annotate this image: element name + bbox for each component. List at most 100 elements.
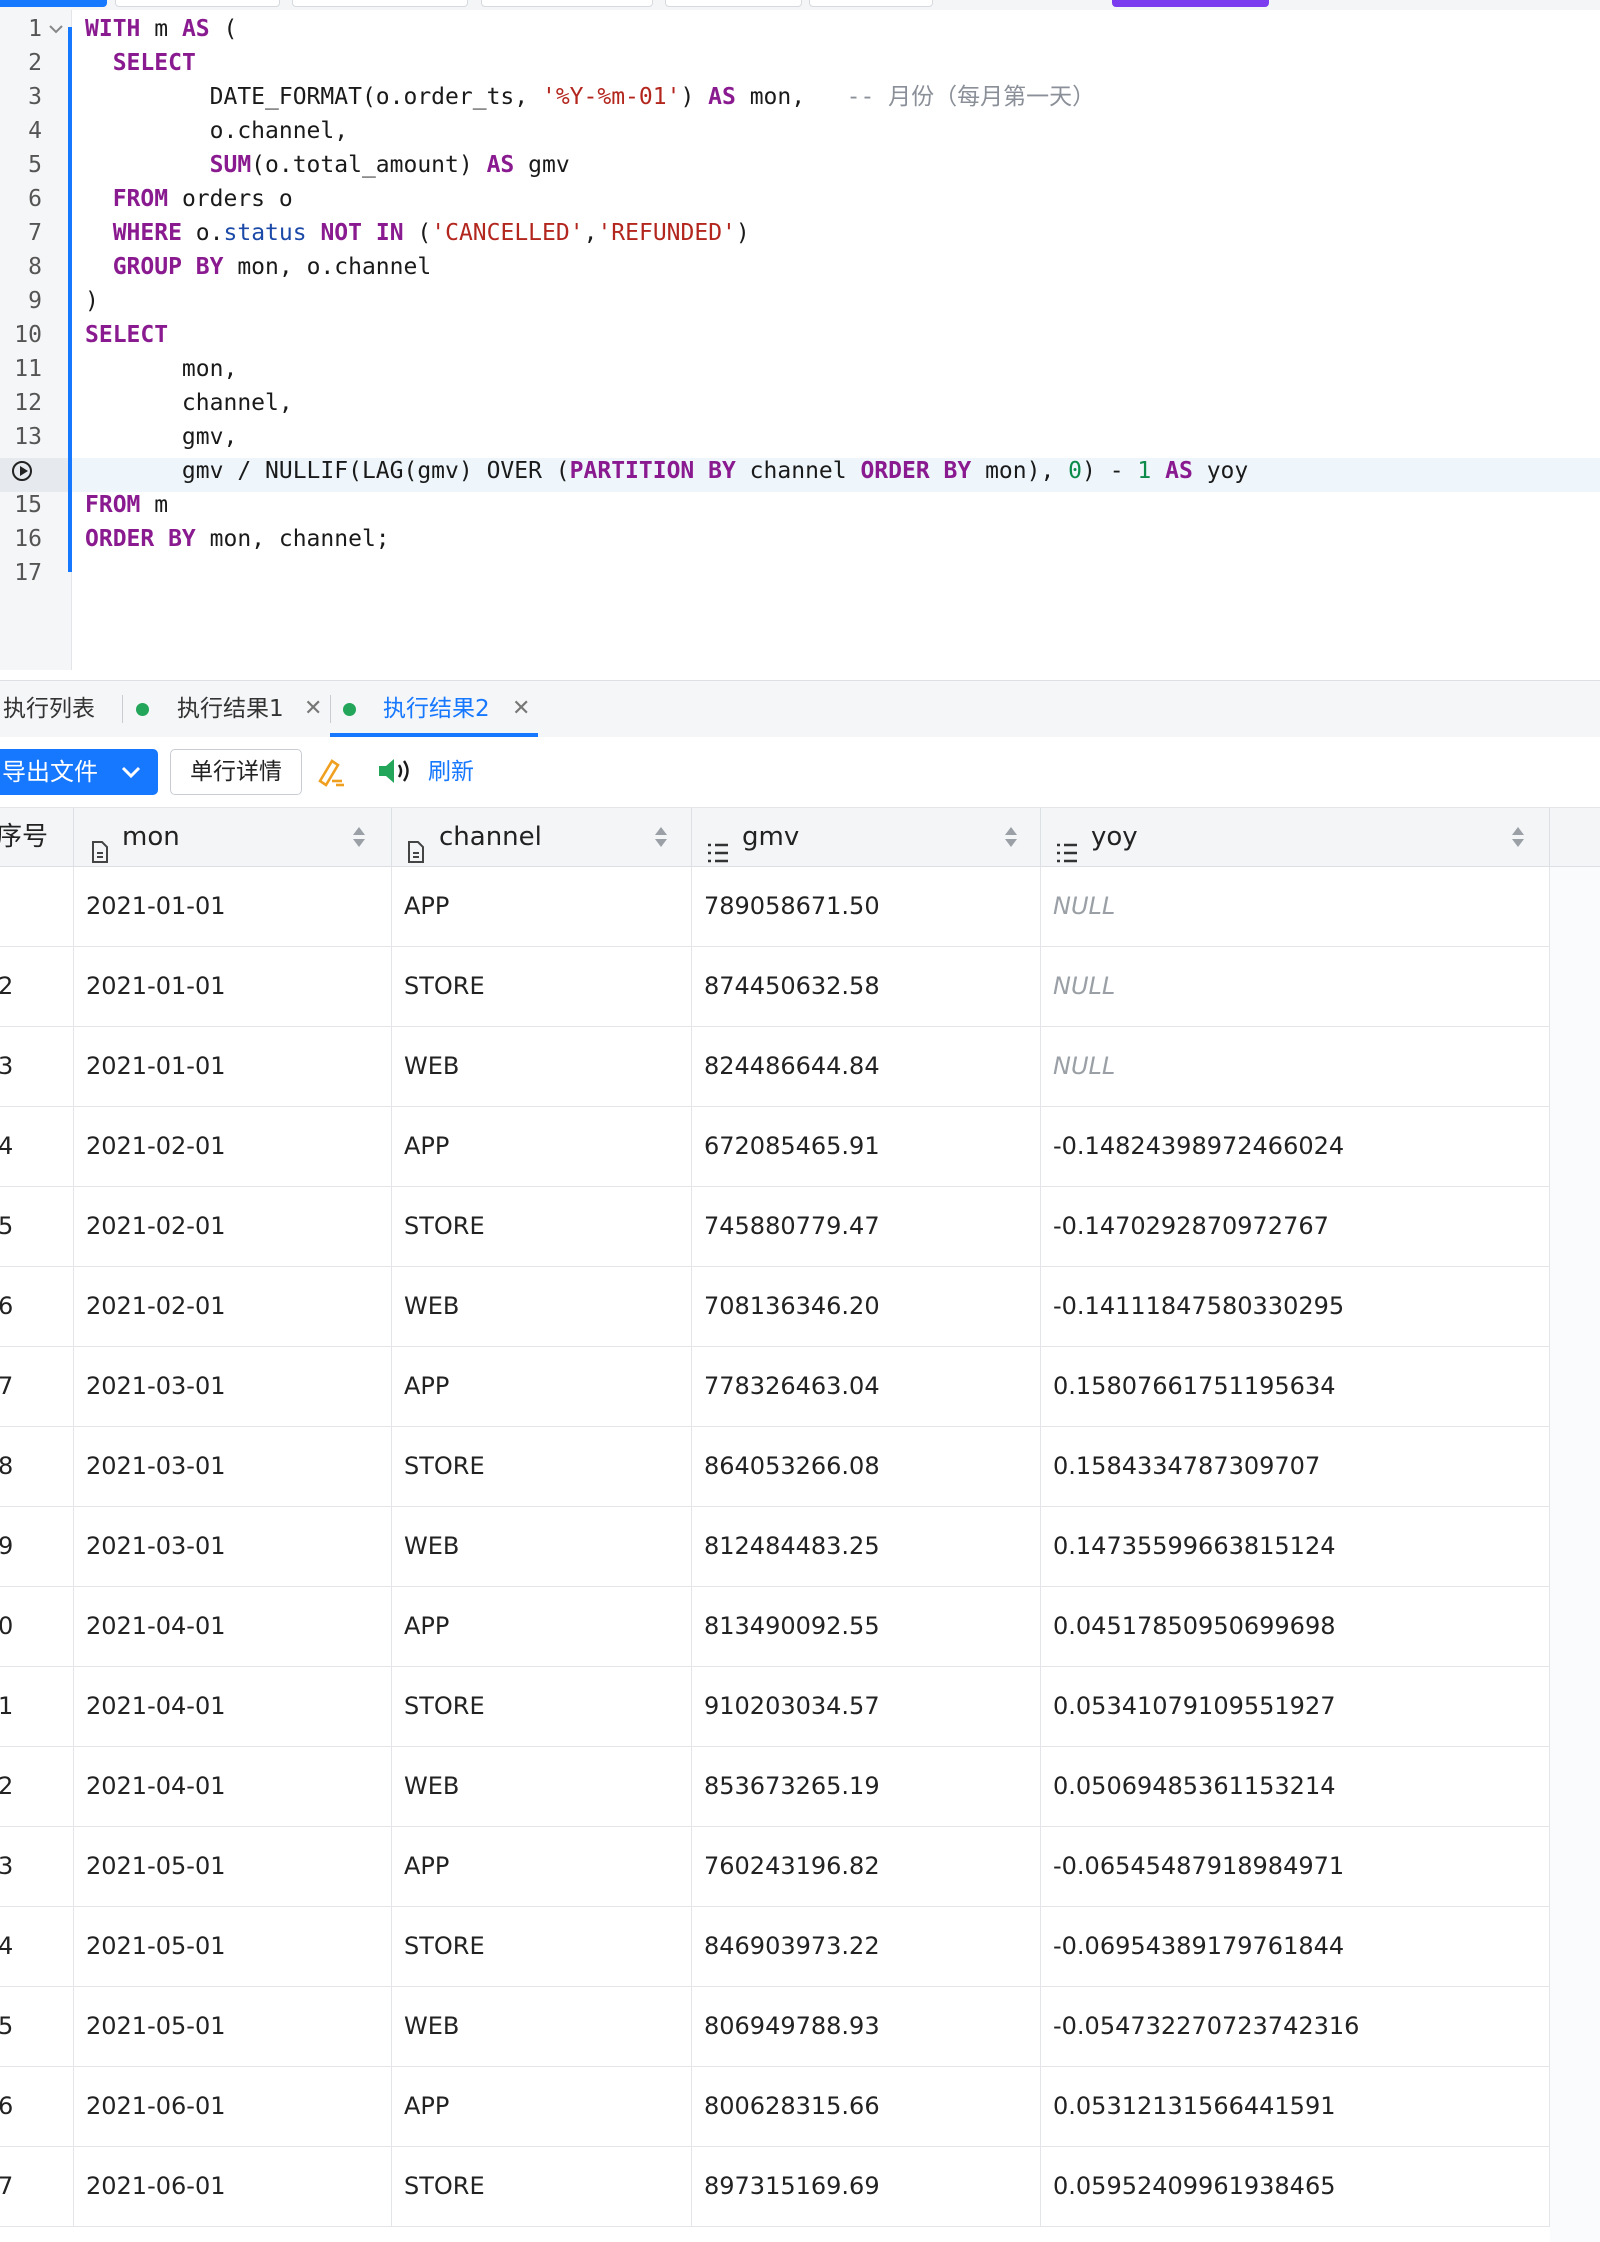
code-line[interactable]: SELECT	[85, 318, 168, 352]
cell-channel[interactable]: WEB	[392, 1507, 692, 1587]
tab-result-1[interactable]: 执行结果1	[177, 681, 284, 737]
code-line[interactable]: o.channel,	[85, 114, 349, 148]
top-tab-1[interactable]	[0, 0, 107, 7]
cell-mon[interactable]: 2021-04-01	[74, 1587, 392, 1667]
top-tab-5[interactable]	[665, 0, 802, 7]
code-line[interactable]: FROM orders o	[85, 182, 293, 216]
eraser-pencil-icon[interactable]	[316, 755, 346, 791]
cell-yoy[interactable]: -0.054732270723742316	[1041, 1987, 1550, 2067]
code-line[interactable]: SELECT	[85, 46, 196, 80]
tab-result-2[interactable]: 执行结果2	[383, 681, 490, 737]
cell-mon[interactable]: 2021-02-01	[74, 1107, 392, 1187]
sort-arrows-icon[interactable]	[654, 826, 668, 850]
cell-yoy[interactable]: 0.04517850950699698	[1041, 1587, 1550, 1667]
run-line-icon[interactable]	[12, 461, 32, 481]
cell-seq[interactable]: 6	[0, 1267, 74, 1347]
cell-yoy[interactable]: NULL	[1041, 947, 1550, 1027]
cell-mon[interactable]: 2021-02-01	[74, 1187, 392, 1267]
table-row[interactable]: 3 2021-01-01 WEB 824486644.84 NULL	[0, 1027, 1550, 1107]
cell-gmv[interactable]: 864053266.08	[692, 1427, 1041, 1507]
column-header-yoy[interactable]: yoy	[1041, 808, 1550, 868]
table-row[interactable]: 8 2021-03-01 STORE 864053266.08 0.1584334787…	[0, 1427, 1550, 1507]
cell-gmv[interactable]: 910203034.57	[692, 1667, 1041, 1747]
cell-mon[interactable]: 2021-04-01	[74, 1747, 392, 1827]
cell-channel[interactable]: STORE	[392, 1187, 692, 1267]
cell-channel[interactable]: APP	[392, 1587, 692, 1667]
cell-mon[interactable]: 2021-06-01	[74, 2147, 392, 2227]
cell-seq[interactable]: 7	[0, 2147, 74, 2227]
cell-seq[interactable]: 8	[0, 1427, 74, 1507]
cell-yoy[interactable]: 0.14735599663815124	[1041, 1507, 1550, 1587]
cell-mon[interactable]: 2021-05-01	[74, 1907, 392, 1987]
cell-mon[interactable]: 2021-03-01	[74, 1347, 392, 1427]
cell-mon[interactable]: 2021-01-01	[74, 867, 392, 947]
cell-seq[interactable]: 5	[0, 1987, 74, 2067]
code-line[interactable]: channel,	[85, 386, 293, 420]
top-tab-2[interactable]	[115, 0, 280, 7]
cell-channel[interactable]: APP	[392, 1347, 692, 1427]
cell-mon[interactable]: 2021-01-01	[74, 947, 392, 1027]
refresh-button[interactable]: 刷新	[428, 749, 474, 795]
cell-gmv[interactable]: 846903973.22	[692, 1907, 1041, 1987]
cell-gmv[interactable]: 745880779.47	[692, 1187, 1041, 1267]
cell-yoy[interactable]: 0.05069485361153214	[1041, 1747, 1550, 1827]
table-row[interactable]: 5 2021-02-01 STORE 745880779.47 -0.147029287…	[0, 1187, 1550, 1267]
column-header-gmv[interactable]: gmv	[692, 808, 1041, 868]
row-detail-button[interactable]: 单行详情	[170, 749, 302, 795]
cell-channel[interactable]: APP	[392, 1827, 692, 1907]
code-line[interactable]: WHERE o.status NOT IN ('CANCELLED','REFU…	[85, 216, 750, 250]
cell-yoy[interactable]: -0.06954389179761844	[1041, 1907, 1550, 1987]
close-icon[interactable]: ✕	[512, 681, 530, 737]
cell-mon[interactable]: 2021-02-01	[74, 1267, 392, 1347]
column-header-channel[interactable]: channel	[392, 808, 692, 868]
cell-seq[interactable]: 9	[0, 1507, 74, 1587]
cell-gmv[interactable]: 806949788.93	[692, 1987, 1041, 2067]
table-row[interactable]: 7 2021-06-01 STORE 897315169.69 0.0595240996…	[0, 2147, 1550, 2227]
cell-yoy[interactable]: 0.05341079109551927	[1041, 1667, 1550, 1747]
code-line[interactable]: SUM(o.total_amount) AS gmv	[85, 148, 570, 182]
cell-channel[interactable]: STORE	[392, 947, 692, 1027]
cell-seq[interactable]: 7	[0, 1347, 74, 1427]
cell-seq[interactable]: 5	[0, 1187, 74, 1267]
speaker-icon[interactable]	[376, 755, 412, 791]
cell-yoy[interactable]: -0.06545487918984971	[1041, 1827, 1550, 1907]
table-row[interactable]: 9 2021-03-01 WEB 812484483.25 0.147355996638…	[0, 1507, 1550, 1587]
code-line[interactable]: mon,	[85, 352, 237, 386]
table-row[interactable]: 0 2021-04-01 APP 813490092.55 0.045178509506…	[0, 1587, 1550, 1667]
code-line[interactable]: WITH m AS (	[85, 12, 237, 46]
table-row[interactable]: 4 2021-05-01 STORE 846903973.22 -0.069543891…	[0, 1907, 1550, 1987]
cell-yoy[interactable]: -0.14824398972466024	[1041, 1107, 1550, 1187]
cell-gmv[interactable]: 672085465.91	[692, 1107, 1041, 1187]
cell-gmv[interactable]: 760243196.82	[692, 1827, 1041, 1907]
cell-gmv[interactable]: 874450632.58	[692, 947, 1041, 1027]
export-file-button[interactable]: 导出文件	[0, 749, 158, 795]
code-line[interactable]: gmv / NULLIF(LAG(gmv) OVER (PARTITION BY…	[85, 454, 1248, 488]
cell-gmv[interactable]: 813490092.55	[692, 1587, 1041, 1667]
cell-yoy[interactable]: -0.14111847580330295	[1041, 1267, 1550, 1347]
cell-gmv[interactable]: 824486644.84	[692, 1027, 1041, 1107]
cell-mon[interactable]: 2021-03-01	[74, 1427, 392, 1507]
cell-channel[interactable]: STORE	[392, 1907, 692, 1987]
cell-mon[interactable]: 2021-05-01	[74, 1827, 392, 1907]
code-line[interactable]: GROUP BY mon, o.channel	[85, 250, 432, 284]
cell-mon[interactable]: 2021-06-01	[74, 2067, 392, 2147]
code-line[interactable]: gmv,	[85, 420, 237, 454]
cell-yoy[interactable]: NULL	[1041, 1027, 1550, 1107]
top-tab-4[interactable]	[481, 0, 653, 7]
top-tab-6[interactable]	[809, 0, 933, 7]
table-row[interactable]: 4 2021-02-01 APP 672085465.91 -0.14824398972…	[0, 1107, 1550, 1187]
tab-execution-list[interactable]: 执行列表	[3, 681, 95, 737]
cell-yoy[interactable]: -0.1470292870972767	[1041, 1187, 1550, 1267]
cell-mon[interactable]: 2021-04-01	[74, 1667, 392, 1747]
table-row[interactable]: 5 2021-05-01 WEB 806949788.93 -0.05473227072…	[0, 1987, 1550, 2067]
cell-seq[interactable]: 3	[0, 1027, 74, 1107]
cell-gmv[interactable]: 789058671.50	[692, 867, 1041, 947]
cell-yoy[interactable]: NULL	[1041, 867, 1550, 947]
sort-arrows-icon[interactable]	[1004, 826, 1018, 850]
table-row[interactable]: 7 2021-03-01 APP 778326463.04 0.158076617511…	[0, 1347, 1550, 1427]
table-row[interactable]: 2021-01-01 APP 789058671.50 NULL	[0, 867, 1550, 947]
cell-channel[interactable]: STORE	[392, 1667, 692, 1747]
cell-channel[interactable]: STORE	[392, 2147, 692, 2227]
run-button[interactable]	[1112, 0, 1269, 7]
cell-gmv[interactable]: 708136346.20	[692, 1267, 1041, 1347]
